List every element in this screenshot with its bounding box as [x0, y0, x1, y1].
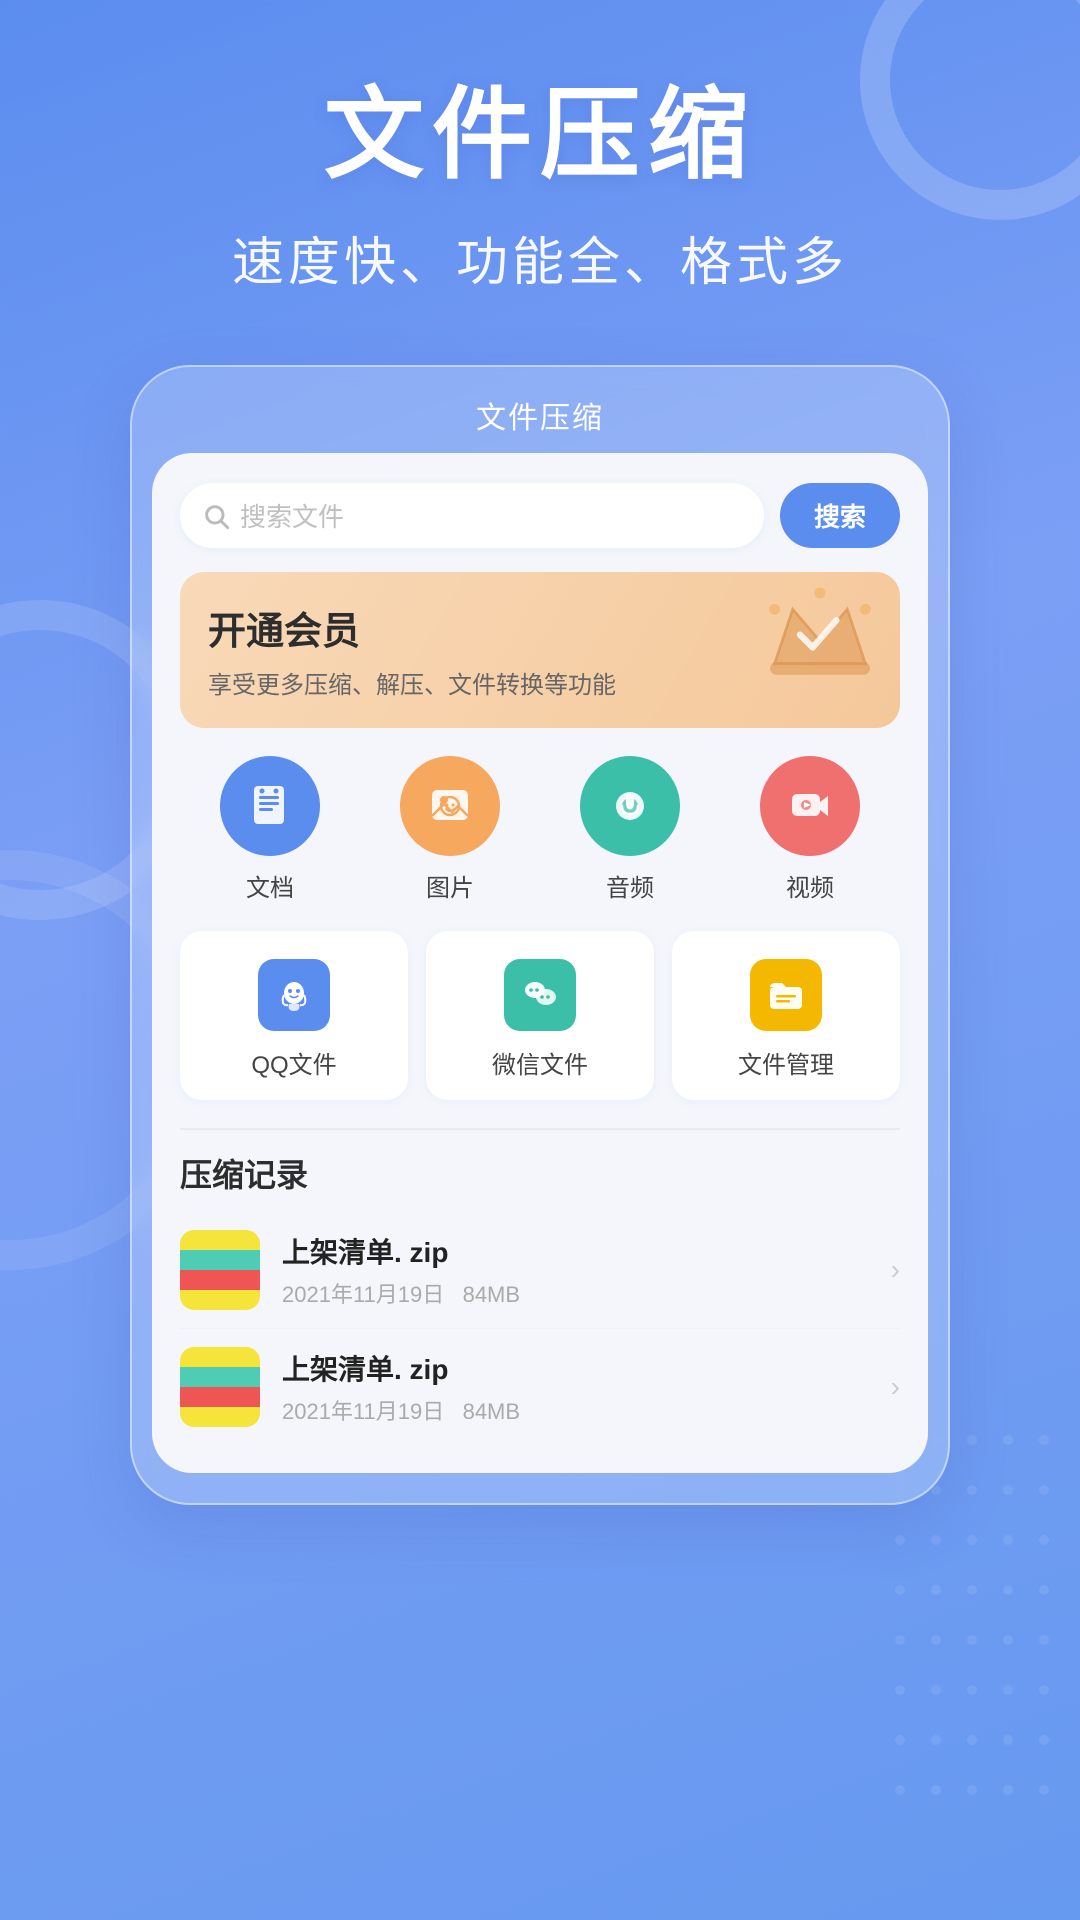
zip-icon-0: [180, 1230, 260, 1310]
file-source-wechat[interactable]: 微信文件: [426, 931, 654, 1100]
wechat-label: 微信文件: [492, 1045, 588, 1080]
file-manager-icon: [750, 959, 822, 1031]
record-arrow-1: ›: [891, 1371, 900, 1403]
category-label-img: 图片: [426, 868, 474, 903]
category-icon-video: [760, 756, 860, 856]
category-icon-audio: [580, 756, 680, 856]
main-title: 文件压缩: [60, 80, 1020, 190]
vip-crown-icon: [760, 582, 880, 682]
record-arrow-0: ›: [891, 1254, 900, 1286]
category-row: 文档: [180, 756, 900, 903]
zip-icon-1: [180, 1347, 260, 1427]
record-item-1[interactable]: 上架清单. zip 2021年11月19日 84MB ›: [180, 1328, 900, 1445]
category-item-audio[interactable]: 音频: [580, 756, 680, 903]
search-bar-row: 搜索文件 搜索: [180, 483, 900, 548]
qq-label: QQ文件: [251, 1045, 336, 1080]
record-item-0[interactable]: 上架清单. zip 2021年11月19日 84MB ›: [180, 1212, 900, 1328]
search-icon: [202, 502, 230, 530]
category-icon-doc: [220, 756, 320, 856]
mockup-title: 文件压缩: [152, 387, 928, 453]
record-meta-0: 2021年11月19日 84MB: [282, 1277, 881, 1309]
category-item-img[interactable]: 图片: [400, 756, 500, 903]
wechat-icon: [504, 959, 576, 1031]
category-item-doc[interactable]: 文档: [220, 756, 320, 903]
record-meta-1: 2021年11月19日 84MB: [282, 1394, 881, 1426]
category-label-audio: 音频: [606, 868, 654, 903]
vip-banner[interactable]: 开通会员 享受更多压缩、解压、文件转换等功能: [180, 572, 900, 728]
section-divider: [180, 1128, 900, 1130]
record-name-0: 上架清单. zip: [282, 1231, 881, 1271]
qq-icon: [258, 959, 330, 1031]
header-section: 文件压缩 速度快、功能全、格式多: [0, 0, 1080, 335]
phone-mockup: 文件压缩 搜索文件 搜索 开通会员 享受更多压缩、解压、文件转换等功能: [130, 365, 950, 1505]
record-name-1: 上架清单. zip: [282, 1348, 881, 1388]
record-info-0: 上架清单. zip 2021年11月19日 84MB: [282, 1231, 881, 1309]
phone-mockup-wrapper: 文件压缩 搜索文件 搜索 开通会员 享受更多压缩、解压、文件转换等功能: [0, 365, 1080, 1505]
file-manager-label: 文件管理: [738, 1045, 834, 1080]
file-source-row: QQ文件 微信文件: [180, 931, 900, 1100]
search-button[interactable]: 搜索: [780, 483, 900, 548]
file-source-qq[interactable]: QQ文件: [180, 931, 408, 1100]
record-info-1: 上架清单. zip 2021年11月19日 84MB: [282, 1348, 881, 1426]
category-item-video[interactable]: 视频: [760, 756, 860, 903]
records-section: 压缩记录 上架清单. zip 2021年11月19日 84MB ›: [180, 1150, 900, 1445]
app-screen: 搜索文件 搜索 开通会员 享受更多压缩、解压、文件转换等功能: [152, 453, 928, 1473]
category-icon-img: [400, 756, 500, 856]
sub-title: 速度快、功能全、格式多: [60, 220, 1020, 295]
file-source-manager[interactable]: 文件管理: [672, 931, 900, 1100]
records-section-title: 压缩记录: [180, 1150, 900, 1196]
category-label-doc: 文档: [246, 868, 294, 903]
category-label-video: 视频: [786, 868, 834, 903]
search-placeholder-text: 搜索文件: [240, 497, 344, 534]
search-input-container: 搜索文件: [180, 483, 764, 548]
